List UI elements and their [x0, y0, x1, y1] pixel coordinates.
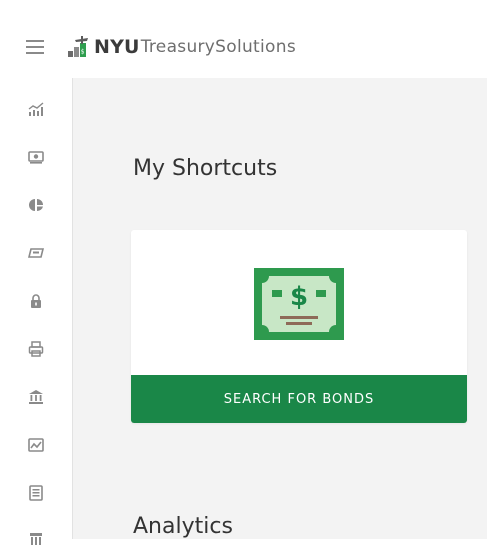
shortcut-card-search-bonds[interactable]: $ SEARCH FOR BONDS [131, 230, 467, 423]
brand-name-bold: NYU [94, 36, 140, 58]
building-icon[interactable] [28, 531, 44, 547]
analytics-title: Analytics [133, 514, 233, 539]
nyu-torch-logo-icon: $ [68, 36, 88, 57]
search-for-bonds-button[interactable]: SEARCH FOR BONDS [131, 375, 467, 423]
main-content: My Shortcuts $ SEARCH FOR BONDS Analytic… [73, 78, 487, 539]
top-bar: $ NYU TreasurySolutions [0, 0, 487, 78]
brand-logo[interactable]: $ NYU TreasurySolutions [66, 32, 296, 62]
document-icon[interactable] [28, 485, 44, 501]
dollar-bill-icon: $ [254, 268, 344, 340]
ticket-icon[interactable] [28, 245, 44, 261]
svg-text:$: $ [81, 49, 85, 56]
lock-icon[interactable] [28, 293, 44, 309]
analytics-chart-icon[interactable] [28, 101, 44, 117]
printer-icon[interactable] [28, 341, 44, 357]
image-report-icon[interactable] [28, 437, 44, 453]
hamburger-menu-icon[interactable] [26, 40, 44, 54]
pie-chart-icon[interactable] [28, 197, 44, 213]
sidebar [0, 78, 73, 545]
bank-icon[interactable] [28, 389, 44, 405]
brand-name-rest: TreasurySolutions [140, 37, 296, 57]
money-icon[interactable] [28, 149, 44, 165]
my-shortcuts-title: My Shortcuts [133, 156, 278, 181]
svg-text:$: $ [290, 282, 308, 312]
